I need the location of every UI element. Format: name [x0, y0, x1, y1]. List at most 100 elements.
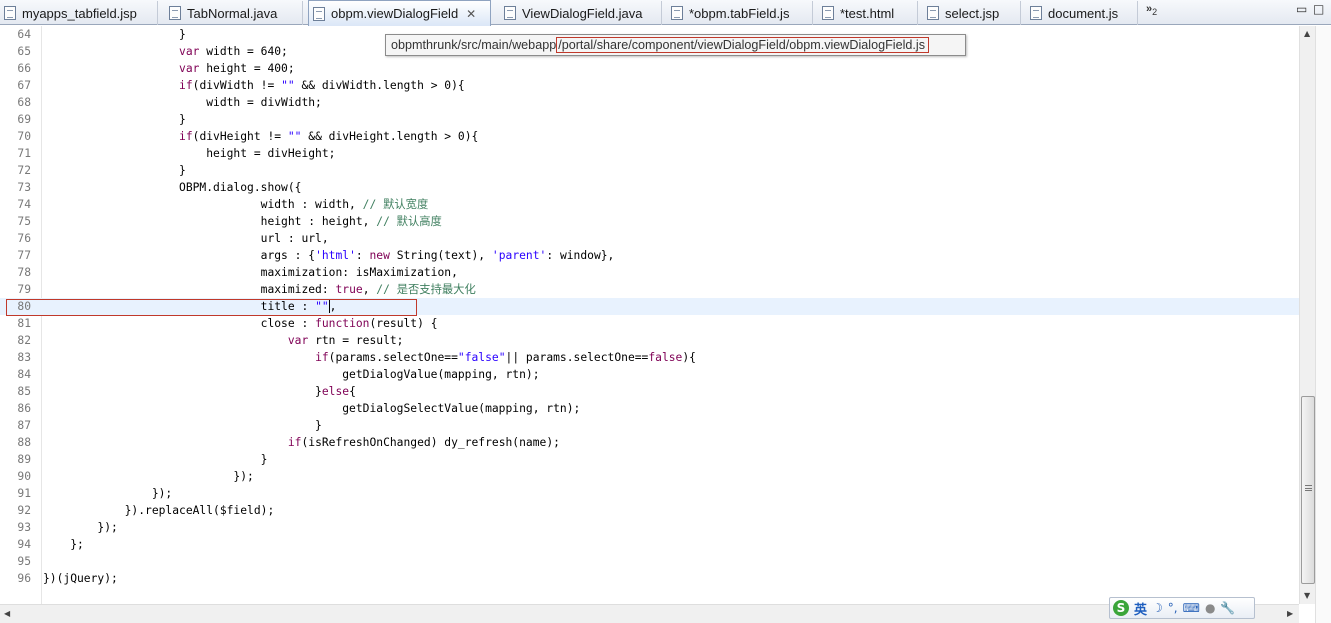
- code-editor[interactable]: 64 } 65 var width = 640; 66 var height = 4…: [0, 26, 1299, 604]
- code-line[interactable]: 70 if(divHeight != "" && divHeight.lengt…: [0, 128, 1299, 145]
- line-number: 93: [17, 521, 31, 534]
- line-code-text[interactable]: var rtn = result;: [43, 332, 404, 349]
- line-code-text[interactable]: });: [43, 485, 172, 502]
- line-code-text[interactable]: if(params.selectOne=="false"|| params.se…: [43, 349, 696, 366]
- code-line[interactable]: 95: [0, 553, 1299, 570]
- code-line[interactable]: 96})(jQuery);: [0, 570, 1299, 587]
- code-line[interactable]: 66 var height = 400;: [0, 60, 1299, 77]
- tab-test-html[interactable]: *test.html: [818, 1, 918, 25]
- code-line[interactable]: 71 height = divHeight;: [0, 145, 1299, 162]
- user-icon[interactable]: ●: [1205, 601, 1215, 615]
- line-code-text[interactable]: }).replaceAll($field);: [43, 502, 275, 519]
- line-code-text[interactable]: maximized: true, // 是否支持最大化: [43, 281, 476, 298]
- line-code-text[interactable]: OBPM.dialog.show({: [43, 179, 301, 196]
- line-code-text[interactable]: close : function(result) {: [43, 315, 438, 332]
- code-line[interactable]: 93 });: [0, 519, 1299, 536]
- vertical-scrollbar[interactable]: ▲ ▼: [1299, 26, 1315, 604]
- tab-label: TabNormal.java: [187, 5, 278, 21]
- tab-label: *test.html: [840, 5, 895, 21]
- tab-viewdialogfield-java[interactable]: ViewDialogField.java: [500, 1, 662, 25]
- tab-label: myapps_tabfield.jsp: [22, 5, 137, 21]
- code-line[interactable]: 88 if(isRefreshOnChanged) dy_refresh(nam…: [0, 434, 1299, 451]
- tab-obpm-tabfield-js[interactable]: *obpm.tabField.js: [667, 1, 813, 25]
- line-number: 78: [17, 266, 31, 279]
- code-line[interactable]: 67 if(divWidth != "" && divWidth.length …: [0, 77, 1299, 94]
- line-code-text[interactable]: width = divWidth;: [43, 94, 322, 111]
- code-line[interactable]: 79 maximized: true, // 是否支持最大化: [0, 281, 1299, 298]
- line-code-text[interactable]: height : height, // 默认高度: [43, 213, 442, 230]
- code-line[interactable]: 83 if(params.selectOne=="false"|| params…: [0, 349, 1299, 366]
- line-number: 66: [17, 62, 31, 75]
- line-code-text[interactable]: height = divHeight;: [43, 145, 335, 162]
- line-code-text[interactable]: var width = 640;: [43, 43, 288, 60]
- code-line[interactable]: 90 });: [0, 468, 1299, 485]
- sogou-logo-icon[interactable]: S: [1113, 600, 1129, 616]
- line-code-text[interactable]: }else{: [43, 383, 356, 400]
- scroll-down-icon[interactable]: ▼: [1304, 591, 1310, 600]
- code-line[interactable]: 68 width = divWidth;: [0, 94, 1299, 111]
- line-code-text[interactable]: var height = 400;: [43, 60, 295, 77]
- keyboard-icon[interactable]: ⌨: [1183, 601, 1200, 615]
- tab-select-jsp[interactable]: select.jsp: [923, 1, 1021, 25]
- wrench-icon[interactable]: 🔧: [1220, 601, 1235, 615]
- code-line[interactable]: 78 maximization: isMaximization,: [0, 264, 1299, 281]
- more-tabs-button[interactable]: »2: [1146, 3, 1157, 17]
- line-code-text[interactable]: width : width, // 默认宽度: [43, 196, 429, 213]
- tab-obpm-viewdialogfield[interactable]: obpm.viewDialogField ✕: [308, 0, 491, 26]
- horizontal-scrollbar[interactable]: ◀ ▶: [0, 604, 1299, 623]
- tab-myapps-tabfield-jsp[interactable]: myapps_tabfield.jsp: [0, 1, 158, 25]
- close-tab-icon[interactable]: ✕: [466, 7, 476, 21]
- line-code-text[interactable]: });: [43, 519, 117, 536]
- tab-document-js[interactable]: document.js: [1026, 1, 1138, 25]
- line-code-text[interactable]: };: [43, 536, 84, 553]
- code-line[interactable]: 75 height : height, // 默认高度: [0, 213, 1299, 230]
- code-line[interactable]: 77 args : {'html': new String(text), 'pa…: [0, 247, 1299, 264]
- vertical-scroll-thumb[interactable]: [1301, 396, 1315, 584]
- line-code-text[interactable]: if(isRefreshOnChanged) dy_refresh(name);: [43, 434, 560, 451]
- line-code-text[interactable]: }: [43, 162, 186, 179]
- maximize-icon[interactable]: □: [1313, 2, 1324, 16]
- jsp-file-icon: [4, 6, 16, 20]
- code-line[interactable]: 69 }: [0, 111, 1299, 128]
- code-line[interactable]: 84 getDialogValue(mapping, rtn);: [0, 366, 1299, 383]
- scroll-right-icon[interactable]: ▶: [1287, 609, 1293, 618]
- line-code-text[interactable]: if(divHeight != "" && divHeight.length >…: [43, 128, 478, 145]
- line-code-text[interactable]: args : {'html': new String(text), 'paren…: [43, 247, 615, 264]
- overview-ruler: [1315, 26, 1331, 623]
- code-line[interactable]: 94 };: [0, 536, 1299, 553]
- line-code-text[interactable]: getDialogSelectValue(mapping, rtn);: [43, 400, 580, 417]
- line-code-text[interactable]: }: [43, 451, 268, 468]
- line-code-text[interactable]: getDialogValue(mapping, rtn);: [43, 366, 539, 383]
- line-code-text[interactable]: url : url,: [43, 230, 329, 247]
- scroll-left-icon[interactable]: ◀: [4, 609, 10, 618]
- line-code-text[interactable]: }: [43, 26, 186, 43]
- code-line[interactable]: 89 }: [0, 451, 1299, 468]
- ime-toolbar[interactable]: S 英 ☽ °, ⌨ ● 🔧: [1109, 597, 1255, 619]
- code-line[interactable]: 72 }: [0, 162, 1299, 179]
- line-code-text[interactable]: })(jQuery);: [43, 570, 118, 587]
- code-line[interactable]: 76 url : url,: [0, 230, 1299, 247]
- code-line[interactable]: 74 width : width, // 默认宽度: [0, 196, 1299, 213]
- minimize-icon[interactable]: ▭: [1296, 2, 1307, 16]
- line-number: 64: [17, 28, 31, 41]
- line-code-text[interactable]: if(divWidth != "" && divWidth.length > 0…: [43, 77, 465, 94]
- tab-label: document.js: [1048, 5, 1119, 21]
- java-file-icon: [504, 6, 516, 20]
- code-line[interactable]: 81 close : function(result) {: [0, 315, 1299, 332]
- line-code-text[interactable]: }: [43, 111, 186, 128]
- code-line[interactable]: 86 getDialogSelectValue(mapping, rtn);: [0, 400, 1299, 417]
- code-line[interactable]: 92 }).replaceAll($field);: [0, 502, 1299, 519]
- scroll-up-icon[interactable]: ▲: [1304, 29, 1310, 38]
- code-line[interactable]: 85 }else{: [0, 383, 1299, 400]
- moon-icon[interactable]: ☽: [1152, 601, 1163, 615]
- code-line[interactable]: 87 }: [0, 417, 1299, 434]
- punctuation-icon[interactable]: °,: [1168, 601, 1178, 615]
- line-code-text[interactable]: });: [43, 468, 253, 485]
- code-line[interactable]: 82 var rtn = result;: [0, 332, 1299, 349]
- code-line[interactable]: 91 });: [0, 485, 1299, 502]
- tab-tabnormal-java[interactable]: TabNormal.java: [165, 1, 303, 25]
- line-code-text[interactable]: maximization: isMaximization,: [43, 264, 458, 281]
- ime-language-toggle[interactable]: 英: [1134, 599, 1147, 618]
- code-line[interactable]: 73 OBPM.dialog.show({: [0, 179, 1299, 196]
- line-code-text[interactable]: }: [43, 417, 322, 434]
